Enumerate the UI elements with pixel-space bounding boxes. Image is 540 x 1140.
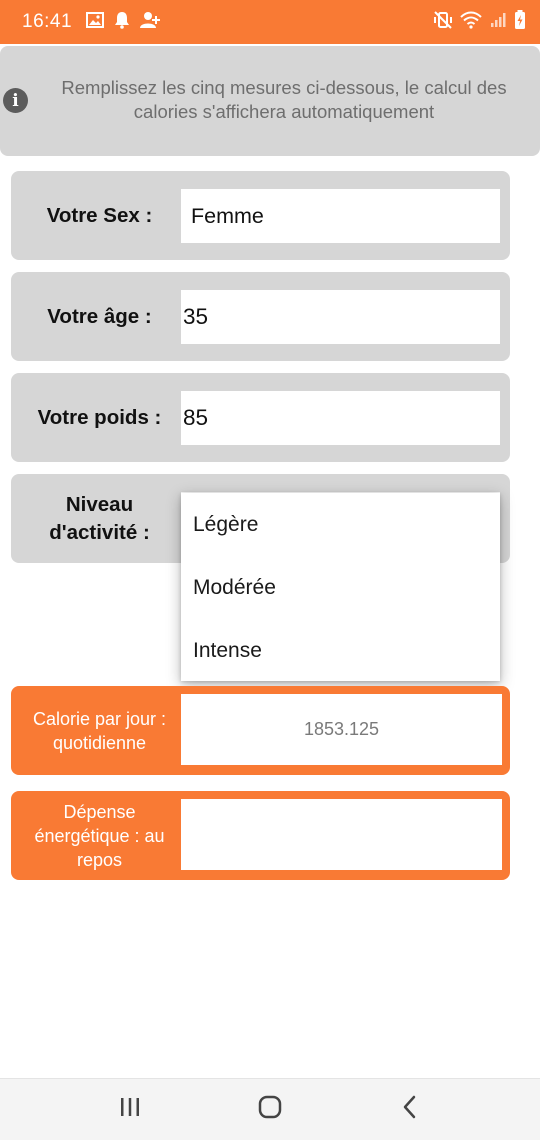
weight-row: Votre poids : 85 (11, 373, 510, 462)
recent-apps-button[interactable] (100, 1085, 160, 1135)
resting-expenditure-label: Dépense énergétique : au repos (34, 801, 165, 870)
notification-bell-icon (114, 11, 130, 34)
info-icon: i (3, 88, 28, 113)
activity-dropdown: Légère Modérée Intense (181, 493, 500, 681)
home-button[interactable] (240, 1085, 300, 1135)
sex-select[interactable]: Femme (181, 189, 500, 243)
sex-row: Votre Sex : Femme (11, 171, 510, 260)
resting-expenditure-row: Dépense énergétique : au repos (11, 791, 510, 880)
sex-label: Votre Sex : (46, 203, 153, 227)
gallery-icon (86, 11, 105, 33)
wifi-icon (460, 11, 482, 34)
activity-option-light[interactable]: Légère (181, 493, 500, 556)
back-button[interactable] (380, 1085, 440, 1135)
activity-option-intense[interactable]: Intense (181, 619, 500, 682)
app-screen: 16:41 i Remplissez les cinq mesures ci-d… (0, 0, 540, 1140)
person-add-icon (140, 11, 161, 34)
battery-charging-icon (514, 9, 526, 35)
recent-apps-icon (119, 1097, 141, 1122)
status-right-icons (434, 9, 526, 35)
weight-label: Votre poids : (37, 405, 162, 429)
status-left-icons (86, 11, 161, 34)
age-label: Votre âge : (47, 304, 152, 328)
resting-expenditure-value (181, 799, 502, 870)
weight-input[interactable]: 85 (181, 391, 500, 445)
navigation-bar (0, 1078, 540, 1140)
mute-vibrate-icon (434, 10, 452, 34)
daily-calories-value: 1853.125 (181, 694, 502, 765)
age-row: Votre âge : 35 (11, 272, 510, 361)
signal-icon (490, 12, 506, 33)
info-banner: i Remplissez les cinq mesures ci-dessous… (0, 46, 540, 156)
activity-label: Niveau d'activité : (49, 492, 150, 544)
back-icon (402, 1095, 418, 1124)
info-text: Remplissez les cinq mesures ci-dessous, … (61, 77, 507, 122)
daily-calories-row: Calorie par jour : quotidienne 1853.125 (11, 686, 510, 775)
status-time: 16:41 (22, 11, 73, 32)
home-icon (258, 1095, 282, 1124)
daily-calories-label: Calorie par jour : quotidienne (32, 708, 167, 753)
age-input[interactable]: 35 (181, 290, 500, 344)
activity-option-moderate[interactable]: Modérée (181, 556, 500, 619)
status-bar: 16:41 (0, 0, 540, 44)
